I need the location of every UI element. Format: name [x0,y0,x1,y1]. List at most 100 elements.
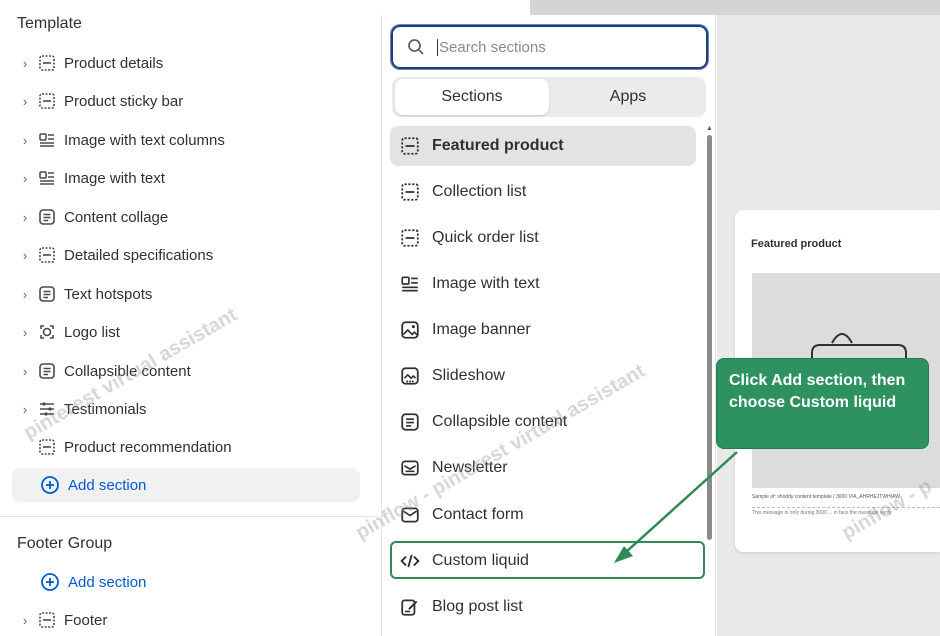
chevron-right-icon[interactable]: › [18,613,32,628]
text-block-icon [36,360,58,382]
section-option-label: Quick order list [432,229,539,246]
custom-liquid-highlight [390,541,705,579]
section-option-image-with-text[interactable]: Image with text [390,264,696,304]
sidebar-item-label: Image with text columns [64,131,225,149]
testimonials-icon [36,398,58,420]
image-text-icon [36,167,58,189]
add-section-label: Add section [68,573,147,591]
sidebar-item-testimonials[interactable]: › Testimonials [18,394,358,424]
section-icon [400,228,420,248]
chevron-right-icon[interactable]: › [18,171,32,186]
sidebar-item-detailed-specifications[interactable]: › Detailed specifications [18,240,358,270]
footer-group-title: Footer Group [17,535,113,552]
section-icon [36,609,58,631]
add-section-label: Add section [68,476,147,494]
sidebar-item-label: Collapsible content [64,362,191,380]
newsletter-icon [400,458,420,478]
text-block-icon [36,283,58,305]
section-option-label: Image banner [432,321,531,338]
sidebar-item-label: Logo list [64,323,120,341]
section-option-label: Blog post list [432,598,523,615]
text-block-icon [400,412,420,432]
chevron-right-icon[interactable]: › [18,94,32,109]
picker-scrollbar[interactable]: ▲ [706,125,713,630]
template-group-title: Template [17,15,82,32]
picker-tabs: Sections Apps [392,77,706,117]
blog-icon [400,597,420,617]
scrollbar-thumb[interactable] [707,135,712,540]
section-icon [36,90,58,112]
chevron-right-icon[interactable]: › [18,287,32,302]
plus-circle-icon [40,572,60,592]
sidebar-item-product-details[interactable]: › Product details [18,48,358,78]
instruction-callout: Click Add section, then choose Custom li… [716,358,929,449]
section-icon [400,136,420,156]
chevron-right-icon[interactable]: › [18,325,32,340]
section-option-label: Slideshow [432,367,505,384]
text-block-icon [36,206,58,228]
search-sections-field[interactable]: Search sections [391,25,708,69]
preview-card-title: Featured product [751,238,842,250]
section-option-label: Newsletter [432,459,508,476]
section-icon [36,52,58,74]
section-option-label: Image with text [432,275,540,292]
sidebar-item-label: Image with text [64,169,165,187]
section-icon [36,244,58,266]
section-icon [400,182,420,202]
preview-topbar [530,0,940,15]
section-option-blog-post-list[interactable]: Blog post list [390,587,696,627]
tab-apps[interactable]: Apps [552,79,704,115]
chevron-right-icon[interactable]: › [18,402,32,417]
tab-sections[interactable]: Sections [395,79,549,115]
section-option-newsletter[interactable]: Newsletter [390,448,696,488]
search-icon [407,38,425,56]
chevron-right-icon[interactable]: › [18,248,32,263]
section-option-label: Featured product [432,137,564,154]
sidebar-item-product-sticky-bar[interactable]: › Product sticky bar [18,86,358,116]
sidebar-item-label: Content collage [64,208,169,226]
section-option-quick-order-list[interactable]: Quick order list [390,218,696,258]
sidebar-item-label: Product sticky bar [64,92,184,110]
sidebar-item-logo-list[interactable]: › Logo list [18,317,358,347]
add-section-button[interactable]: Add section [12,468,360,502]
sidebar-item-content-collage[interactable]: › Content collage [18,202,358,232]
section-option-label: Collection list [432,183,527,200]
section-option-label: Collapsible content [432,413,568,430]
sidebar-item-product-recommendation[interactable]: Product recommendation [18,432,358,462]
search-sections-input[interactable]: Search sections [437,38,546,56]
section-option-collection-list[interactable]: Collection list [390,172,696,212]
plus-circle-icon [40,475,60,495]
section-icon [36,436,58,458]
section-option-image-banner[interactable]: Image banner [390,310,696,350]
section-option-contact-form[interactable]: Contact form [390,495,696,535]
sidebar-item-collapsible-content[interactable]: › Collapsible content [18,356,358,386]
image-icon [400,320,420,340]
section-option-featured-product[interactable]: Featured product [390,126,696,166]
section-option-slideshow[interactable]: Slideshow [390,356,696,396]
image-text-icon [400,274,420,294]
divider [0,516,378,517]
sidebar-item-label: Footer [64,611,108,629]
sidebar-item-label: Product recommendation [64,438,232,456]
sidebar-item-image-with-text[interactable]: › Image with text [18,163,358,193]
sidebar-item-label: Testimonials [64,400,147,418]
preview-card-note: This message in only during 3000 ... in … [752,507,940,516]
scroll-up-icon[interactable]: ▲ [706,125,713,132]
slideshow-icon [400,366,420,386]
sidebar-item-label: Detailed specifications [64,246,214,264]
image-text-icon [36,129,58,151]
chevron-right-icon[interactable]: › [18,210,32,225]
chevron-right-icon[interactable]: › [18,133,32,148]
footer-add-section-button[interactable]: Add section [40,565,146,599]
mail-icon [400,505,420,525]
section-option-collapsible-content[interactable]: Collapsible content [390,402,696,442]
sidebar-item-label: Product details [64,54,164,72]
chevron-right-icon[interactable]: › [18,364,32,379]
sidebar-item-text-hotspots[interactable]: › Text hotspots [18,279,358,309]
sidebar-item-image-with-text-columns[interactable]: › Image with text columns [18,125,358,155]
sidebar-item-label: Text hotspots [64,285,153,303]
logo-icon [36,321,58,343]
chevron-right-icon[interactable]: › [18,56,32,71]
sidebar: Template › Product details › Product sti… [0,0,378,636]
sidebar-item-footer[interactable]: › Footer [18,605,358,635]
